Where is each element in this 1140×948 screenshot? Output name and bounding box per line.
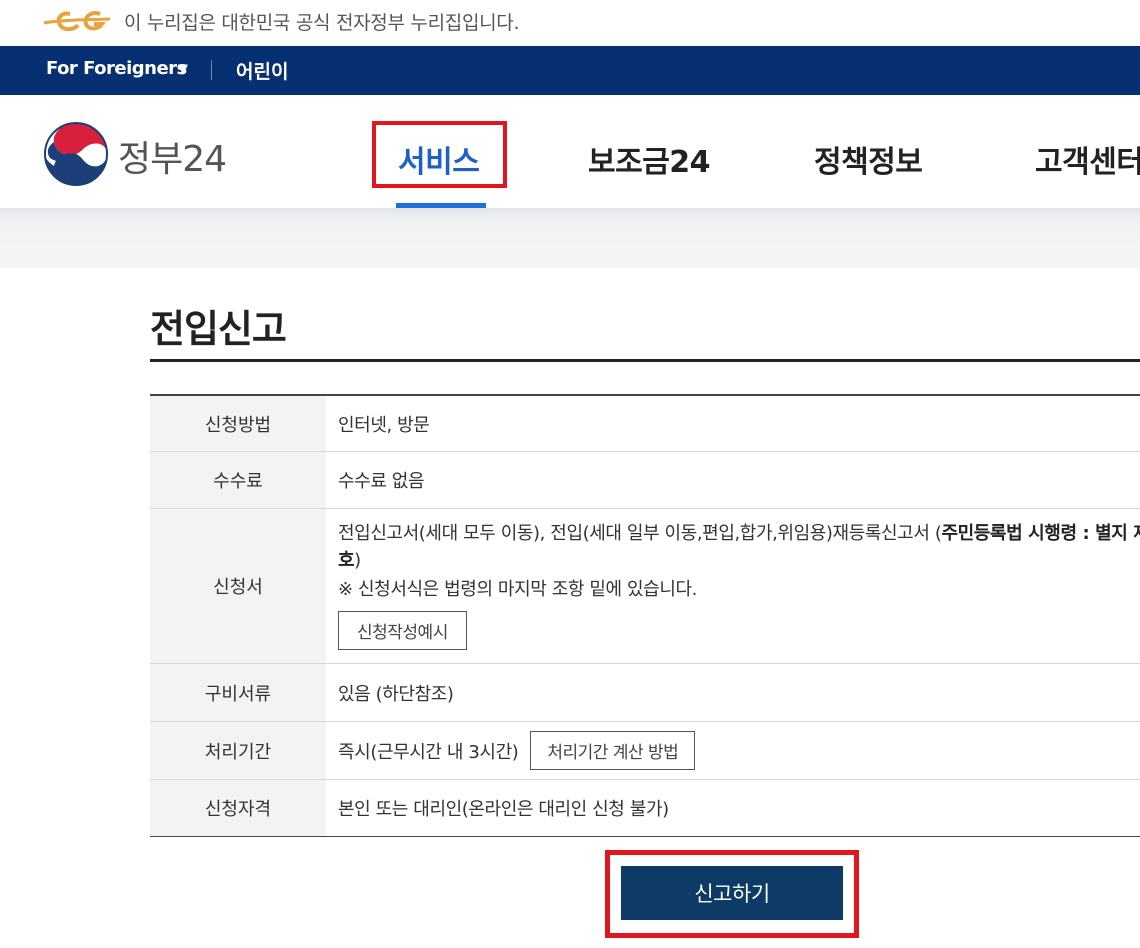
form-description-continued: 호) bbox=[338, 547, 361, 575]
table-row: 신청방법 인터넷, 방문 bbox=[150, 396, 1140, 452]
row-label-processing-time: 처리기간 bbox=[150, 722, 326, 779]
row-label-fee: 수수료 bbox=[150, 452, 326, 508]
header-shadow-band bbox=[0, 208, 1140, 268]
row-value-documents: 있음 (하단참조) bbox=[338, 683, 454, 705]
row-value-eligibility: 본인 또는 대리인(온라인은 대리인 신청 불가) bbox=[338, 799, 669, 820]
application-example-button[interactable]: 신청작성예시 bbox=[338, 611, 467, 650]
row-value-fee: 수수료 없음 bbox=[338, 471, 425, 492]
nav-policy-info[interactable]: 정책정보 bbox=[814, 137, 923, 181]
form-description: 전입신고서(세대 모두 이동), 전입(세대 일부 이동,편입,합가,위임용)재… bbox=[338, 521, 1140, 547]
title-divider bbox=[150, 359, 1140, 362]
egovernment-logo-icon bbox=[43, 11, 111, 32]
table-row: 구비서류 있음 (하단참조) bbox=[150, 664, 1140, 722]
table-row: 신청자격 본인 또는 대리인(온라인은 대리인 신청 불가) bbox=[150, 780, 1140, 837]
highlight-box-service bbox=[372, 121, 507, 188]
government-emblem-icon[interactable] bbox=[44, 122, 108, 186]
official-notice-text: 이 누리집은 대한민국 공식 전자정부 누리집입니다. bbox=[124, 12, 520, 34]
table-row: 처리기간 즉시(근무시간 내 3시간) 처리기간 계산 방법 bbox=[150, 722, 1140, 780]
row-value-processing-time: 즉시(근무시간 내 3시간) 처리기간 계산 방법 bbox=[326, 722, 1140, 779]
divider bbox=[211, 60, 212, 80]
row-label-form: 신청서 bbox=[150, 509, 326, 663]
nav-subsidy24[interactable]: 보조금24 bbox=[588, 137, 711, 181]
row-label-method: 신청방법 bbox=[150, 396, 326, 451]
row-value-method: 인터넷, 방문 bbox=[338, 414, 430, 436]
form-name-text: 전입신고서(세대 모두 이동), 전입(세대 일부 이동,편입,합가,위임용)재… bbox=[338, 523, 942, 544]
form-note: ※ 신청서식은 법령의 마지막 조항 밑에 있습니다. bbox=[338, 579, 697, 600]
form-law-reference-tail: 호 bbox=[338, 550, 355, 571]
service-info-table: 신청방법 인터넷, 방문 수수료 수수료 없음 신청서 전입신고서(세대 모두 … bbox=[150, 394, 1140, 837]
utility-bar: For Foreigners ▼ 어린이 bbox=[0, 46, 1140, 95]
highlight-box-submit bbox=[605, 850, 859, 938]
processing-time-calc-button[interactable]: 처리기간 계산 방법 bbox=[530, 731, 696, 770]
form-law-reference: 주민등록법 시행령 : 별지 제15호 bbox=[941, 523, 1140, 544]
row-label-eligibility: 신청자격 bbox=[150, 780, 326, 836]
kids-link[interactable]: 어린이 bbox=[236, 57, 288, 84]
nav-customer-center[interactable]: 고객센터 bbox=[1035, 137, 1140, 181]
processing-time-text: 즉시(근무시간 내 3시간) bbox=[338, 741, 519, 763]
row-value-form: 전입신고서(세대 모두 이동), 전입(세대 일부 이동,편입,합가,위임용)재… bbox=[326, 509, 1140, 663]
table-row: 신청서 전입신고서(세대 모두 이동), 전입(세대 일부 이동,편입,합가,위… bbox=[150, 509, 1140, 664]
form-closing-paren: ) bbox=[354, 550, 361, 571]
caret-down-icon[interactable]: ▼ bbox=[178, 62, 188, 77]
site-name[interactable]: 정부24 bbox=[118, 130, 227, 182]
row-label-documents: 구비서류 bbox=[150, 664, 326, 721]
page-title: 전입신고 bbox=[150, 307, 287, 351]
table-row: 수수료 수수료 없음 bbox=[150, 452, 1140, 509]
official-notice-bar: 이 누리집은 대한민국 공식 전자정부 누리집입니다. bbox=[0, 0, 1140, 46]
for-foreigners-menu[interactable]: For Foreigners bbox=[46, 58, 187, 79]
